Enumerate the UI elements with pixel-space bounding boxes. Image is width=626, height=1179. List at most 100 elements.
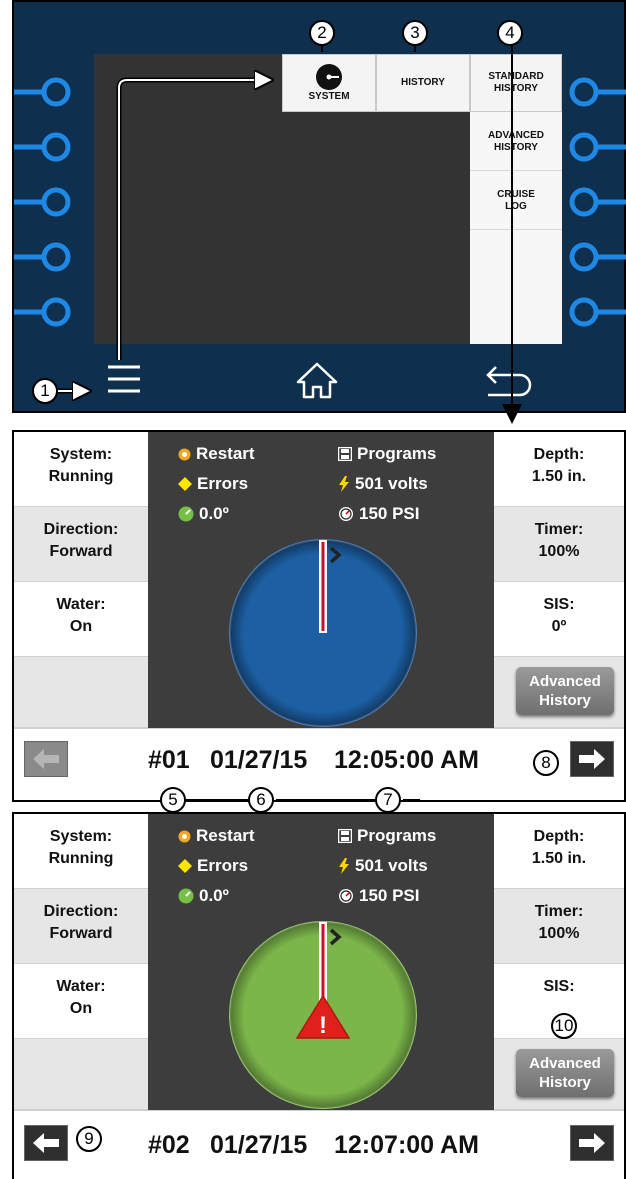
left-arrow-icon xyxy=(33,1133,59,1153)
callout-9: 9 xyxy=(76,1126,102,1152)
callout-1: 1 xyxy=(32,378,58,404)
restart-stat: Restart xyxy=(178,442,255,466)
system-status-cell: System: Running xyxy=(14,432,148,507)
direction-label: Direction: xyxy=(43,521,119,538)
water-status-cell: Water: On xyxy=(14,582,148,657)
errors-diamond-icon xyxy=(178,477,192,491)
warning-mark: ! xyxy=(319,1012,327,1039)
empty-cell xyxy=(14,657,148,728)
programs-stat: Programs xyxy=(338,824,436,848)
field-position-gauge xyxy=(229,539,417,727)
record-number: #01 xyxy=(148,746,190,774)
callout-lines-5-7 xyxy=(186,799,420,801)
advanced-history-button[interactable]: Advanced History xyxy=(516,1049,614,1097)
advanced-button-line1: Advanced xyxy=(529,1055,601,1072)
system-label: System: xyxy=(49,446,113,463)
restart-stat: Restart xyxy=(178,824,255,848)
callout-7: 7 xyxy=(375,787,401,813)
status-center-panel: Restart Errors 0.0º Programs 501 volts 1… xyxy=(148,814,494,1110)
depth-cell: Depth: 1.50 in. xyxy=(494,432,624,507)
lightning-icon xyxy=(339,476,349,492)
angle-gauge-icon xyxy=(178,506,194,522)
record-number: #02 xyxy=(148,1131,190,1159)
water-value: On xyxy=(69,618,93,635)
callout-4: 4 xyxy=(497,20,523,46)
advanced-button-line1: Advanced xyxy=(529,673,601,690)
timer-value: 100% xyxy=(538,925,580,942)
sis-label: SIS: xyxy=(543,596,575,613)
previous-record-button[interactable] xyxy=(24,741,68,777)
restart-icon xyxy=(178,830,191,842)
advanced-history-cell: Advanced History xyxy=(494,1039,624,1110)
previous-record-button[interactable] xyxy=(24,1125,68,1161)
callout-2: 2 xyxy=(309,20,335,46)
callout-5: 5 xyxy=(160,787,186,813)
depth-value: 1.50 in. xyxy=(531,468,587,485)
programs-disk-icon xyxy=(338,447,352,461)
programs-disk-icon xyxy=(338,829,352,843)
pressure-value: 150 PSI xyxy=(359,504,420,523)
pressure-gauge-icon xyxy=(339,507,353,521)
history-screen-1: System: Running Direction: Forward Water… xyxy=(12,430,626,802)
record-date: 01/27/15 xyxy=(210,1131,308,1159)
angle-stat: 0.0º xyxy=(178,884,229,908)
direction-label: Direction: xyxy=(43,903,119,920)
volts-stat: 501 volts xyxy=(338,854,428,878)
record-date: 01/27/15 xyxy=(210,746,308,774)
record-time: 12:05:00 AM xyxy=(334,746,479,774)
record-time: 12:07:00 AM xyxy=(334,1131,479,1159)
advanced-history-cell: Advanced History xyxy=(494,657,624,728)
callout-8: 8 xyxy=(533,750,559,776)
depth-label: Depth: xyxy=(533,446,585,463)
angle-gauge-icon xyxy=(178,888,194,904)
direction-value: Forward xyxy=(49,543,113,560)
water-status-cell: Water: On xyxy=(14,964,148,1039)
water-label: Water: xyxy=(56,978,106,995)
direction-status-cell: Direction: Forward xyxy=(14,889,148,964)
pressure-value: 150 PSI xyxy=(359,886,420,905)
sis-label: SIS: xyxy=(543,978,575,995)
direction-value: Forward xyxy=(49,925,113,942)
next-record-button[interactable] xyxy=(570,1125,614,1161)
advanced-history-button[interactable]: Advanced History xyxy=(516,667,614,715)
errors-stat: Errors xyxy=(178,854,248,878)
pressure-stat: 150 PSI xyxy=(338,884,420,908)
timer-cell: Timer: 100% xyxy=(494,889,624,964)
empty-cell xyxy=(14,1039,148,1110)
volts-value: 501 volts xyxy=(355,474,428,493)
programs-label: Programs xyxy=(357,444,437,463)
system-label: System: xyxy=(49,828,113,845)
restart-label: Restart xyxy=(196,444,255,463)
errors-diamond-icon xyxy=(178,859,192,873)
callout-10: 10 xyxy=(551,1013,577,1039)
system-value: Running xyxy=(48,850,114,867)
angle-value: 0.0º xyxy=(199,504,229,523)
volts-stat: 501 volts xyxy=(338,472,428,496)
left-arrow-icon xyxy=(33,749,59,769)
timer-label: Timer: xyxy=(534,521,584,538)
depth-value: 1.50 in. xyxy=(531,850,587,867)
system-value: Running xyxy=(48,468,114,485)
history-screen-2: System: Running Direction: Forward Water… xyxy=(12,812,626,1179)
programs-stat: Programs xyxy=(338,442,436,466)
errors-stat: Errors xyxy=(178,472,248,496)
system-status-cell: System: Running xyxy=(14,814,148,889)
right-arrow-icon xyxy=(579,749,605,769)
advanced-button-line2: History xyxy=(539,692,591,709)
restart-label: Restart xyxy=(196,826,255,845)
water-label: Water: xyxy=(56,596,106,613)
direction-status-cell: Direction: Forward xyxy=(14,507,148,582)
angle-value: 0.0º xyxy=(199,886,229,905)
next-record-button[interactable] xyxy=(570,741,614,777)
water-value: On xyxy=(69,1000,93,1017)
restart-icon xyxy=(178,448,191,460)
field-position-gauge: ! xyxy=(229,921,417,1109)
pressure-stat: 150 PSI xyxy=(338,502,420,526)
pressure-gauge-icon xyxy=(339,889,353,903)
callout-3: 3 xyxy=(402,20,428,46)
right-arrow-icon xyxy=(579,1133,605,1153)
timer-label: Timer: xyxy=(534,903,584,920)
status-center-panel: Restart Errors 0.0º Programs 501 volts 1… xyxy=(148,432,494,728)
volts-value: 501 volts xyxy=(355,856,428,875)
callout-6: 6 xyxy=(248,787,274,813)
